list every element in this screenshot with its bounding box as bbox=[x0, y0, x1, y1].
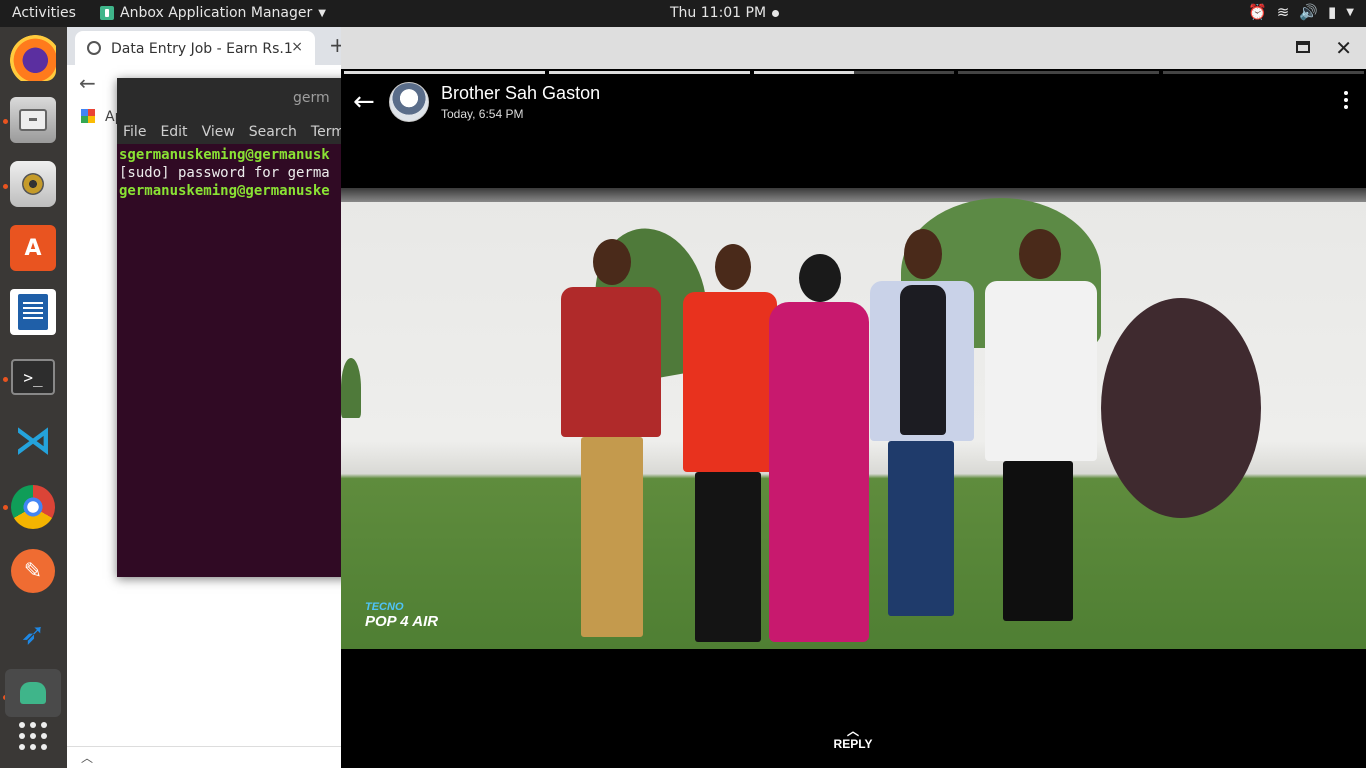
volume-icon[interactable]: 🔊 bbox=[1299, 3, 1318, 21]
terminal-icon[interactable]: >_ bbox=[11, 359, 55, 395]
running-indicator bbox=[3, 119, 8, 124]
back-arrow-icon[interactable]: ← bbox=[353, 87, 375, 117]
watermark-model: POP 4 AIR bbox=[365, 613, 439, 630]
anbox-window: ✕ ← Brother Sah Gaston Today, 6:54 PM TE… bbox=[341, 27, 1366, 768]
terminal-output[interactable]: sgermanuskeming@germanusk [sudo] passwor… bbox=[117, 144, 357, 200]
window-titlebar: ✕ bbox=[341, 27, 1366, 69]
chevron-down-icon[interactable]: ▼ bbox=[1346, 7, 1354, 18]
files-icon[interactable] bbox=[10, 97, 56, 143]
chevron-up-icon: ︿ bbox=[846, 724, 859, 738]
menu-view[interactable]: View bbox=[202, 124, 235, 144]
firefox-icon[interactable] bbox=[10, 35, 56, 81]
tab-strip: Data Entry Job - Earn Rs.1 × + bbox=[67, 27, 357, 65]
top-bar: Activities Anbox Application Manager ▼ T… bbox=[0, 0, 1366, 27]
running-indicator bbox=[3, 377, 8, 382]
person-1 bbox=[551, 239, 671, 649]
browser-tab-title: Data Entry Job - Earn Rs.1 bbox=[111, 41, 293, 57]
browser-tab[interactable]: Data Entry Job - Earn Rs.1 × bbox=[75, 31, 315, 65]
person-2 bbox=[681, 244, 781, 649]
photo-watermark: TECNO POP 4 AIR bbox=[365, 601, 438, 631]
person-4 bbox=[866, 229, 978, 649]
clock[interactable]: Thu 11:01 PM bbox=[670, 5, 780, 21]
terminal-line: germanuskeming@germanuske bbox=[119, 183, 330, 199]
dock: A >_ ⋊ ✎ ➶ bbox=[0, 27, 67, 768]
close-icon[interactable]: × bbox=[291, 39, 303, 55]
chevron-up-icon[interactable]: ︿ bbox=[81, 749, 93, 766]
vscode-icon[interactable]: ⋊ bbox=[10, 417, 56, 463]
status-timestamp: Today, 6:54 PM bbox=[441, 107, 524, 121]
activities-button[interactable]: Activities bbox=[12, 5, 76, 21]
terminal-window[interactable]: germ File Edit View Search Termi sgerman… bbox=[117, 78, 357, 577]
watermark-brand: TECNO bbox=[365, 601, 404, 613]
anbox-icon[interactable] bbox=[5, 669, 61, 717]
terminal-menu-bar: File Edit View Search Termi bbox=[117, 118, 357, 144]
software-store-icon[interactable]: A bbox=[10, 225, 56, 271]
system-tray[interactable]: ⏰ ≋ 🔊 ▮ ▼ bbox=[1248, 3, 1354, 21]
back-arrow-icon[interactable]: ← bbox=[79, 71, 96, 95]
terminal-line: sgermanuskeming@germanusk bbox=[119, 147, 330, 163]
reply-button[interactable]: ︿ REPLY bbox=[821, 725, 885, 751]
chevron-down-icon: ▼ bbox=[318, 7, 326, 19]
running-indicator bbox=[3, 184, 8, 189]
globe-icon bbox=[87, 41, 101, 55]
alarm-clock-icon[interactable]: ⏰ bbox=[1248, 3, 1267, 21]
clock-label: Thu 11:01 PM bbox=[670, 5, 767, 21]
battery-icon[interactable]: ▮ bbox=[1328, 3, 1336, 21]
person-3 bbox=[769, 254, 869, 649]
close-icon[interactable]: ✕ bbox=[1335, 36, 1352, 60]
status-progress bbox=[344, 71, 1364, 74]
reply-label: REPLY bbox=[833, 737, 873, 751]
bird-app-icon[interactable]: ➶ bbox=[10, 611, 56, 657]
chrome-icon[interactable] bbox=[11, 485, 55, 529]
terminal-title: germ bbox=[117, 78, 357, 118]
downloads-bar: ︿ bbox=[67, 746, 357, 768]
status-header: ← Brother Sah Gaston Today, 6:54 PM bbox=[341, 75, 1366, 135]
terminal-line: [sudo] password for germa bbox=[119, 165, 330, 181]
contact-name: Brother Sah Gaston bbox=[441, 83, 601, 103]
postman-icon[interactable]: ✎ bbox=[11, 549, 55, 593]
more-options-icon[interactable] bbox=[1344, 91, 1348, 109]
menu-edit[interactable]: Edit bbox=[160, 124, 187, 144]
app-menu-label: Anbox Application Manager bbox=[120, 5, 313, 21]
app-menu[interactable]: Anbox Application Manager ▼ bbox=[100, 5, 326, 21]
wifi-icon[interactable]: ≋ bbox=[1277, 3, 1290, 21]
running-indicator bbox=[3, 505, 8, 510]
menu-search[interactable]: Search bbox=[249, 124, 297, 144]
anbox-app-icon bbox=[100, 6, 114, 20]
show-apps-icon[interactable] bbox=[10, 713, 56, 759]
status-photo[interactable]: TECNO POP 4 AIR bbox=[341, 188, 1366, 649]
rhythmbox-icon[interactable] bbox=[10, 161, 56, 207]
avatar[interactable] bbox=[389, 82, 429, 122]
notification-dot bbox=[772, 9, 780, 17]
menu-file[interactable]: File bbox=[123, 124, 146, 144]
maximize-icon[interactable] bbox=[1296, 41, 1310, 53]
apps-grid-icon[interactable] bbox=[81, 109, 95, 123]
writer-icon[interactable] bbox=[10, 289, 56, 335]
person-5 bbox=[981, 229, 1101, 649]
